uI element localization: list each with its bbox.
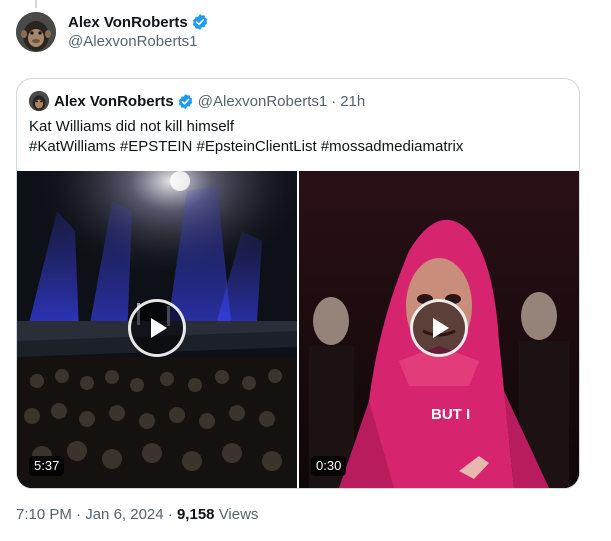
chimpanzee-avatar-icon: [29, 91, 49, 111]
video-duration-badge: 5:37: [29, 456, 65, 476]
tweet-date[interactable]: Jan 6, 2024: [85, 506, 163, 523]
verified-badge-icon: [191, 13, 209, 31]
tweet-author: Alex VonRoberts @AlexvonRoberts1: [16, 12, 209, 52]
separator-dot: ·: [167, 506, 173, 523]
author-handle[interactable]: @AlexvonRoberts1: [68, 33, 209, 50]
tweet-text-line: Kat Williams did not kill himself: [29, 118, 235, 135]
tweet-metadata: 7:10 PM · Jan 6, 2024 · 9,158 Views: [16, 506, 258, 523]
play-button[interactable]: [128, 299, 186, 357]
views-count[interactable]: 9,158: [177, 506, 215, 523]
tweet-hashtags: #KatWilliams #EPSTEIN #EpsteinClientList…: [29, 138, 464, 155]
quoted-tweet-timestamp[interactable]: 21h: [340, 93, 365, 110]
author-avatar[interactable]: [16, 12, 56, 52]
chimpanzee-avatar-icon: [16, 12, 56, 52]
play-icon: [151, 318, 167, 338]
tweet-time[interactable]: 7:10 PM: [16, 506, 72, 523]
quoted-tweet-header: Alex VonRoberts @AlexvonRoberts1 · 21h: [29, 91, 365, 111]
quoted-author-avatar[interactable]: [29, 91, 49, 111]
quoted-tweet-text: Kat Williams did not kill himself #KatWi…: [29, 117, 569, 157]
views-label: Views: [218, 506, 259, 523]
play-button[interactable]: [410, 299, 468, 357]
video-thumbnail-masked-figure[interactable]: BUT I 0:30: [299, 171, 579, 488]
media-grid: 5:37 BUT I 0:30: [17, 171, 579, 488]
verified-badge-icon: [177, 93, 194, 110]
play-icon: [433, 318, 449, 338]
video-duration-badge: 0:30: [311, 456, 347, 476]
thread-connector-line: [35, 0, 37, 8]
video-caption-text: BUT I: [431, 406, 470, 423]
quoted-tweet-card[interactable]: Alex VonRoberts @AlexvonRoberts1 · 21h K…: [16, 78, 580, 489]
quoted-author-name[interactable]: Alex VonRoberts: [54, 93, 174, 110]
separator-dot: ·: [331, 92, 337, 110]
separator-dot: ·: [76, 506, 82, 523]
quoted-author-handle[interactable]: @AlexvonRoberts1: [198, 93, 327, 110]
video-thumbnail-stage[interactable]: 5:37: [17, 171, 297, 488]
author-name[interactable]: Alex VonRoberts: [68, 14, 188, 31]
